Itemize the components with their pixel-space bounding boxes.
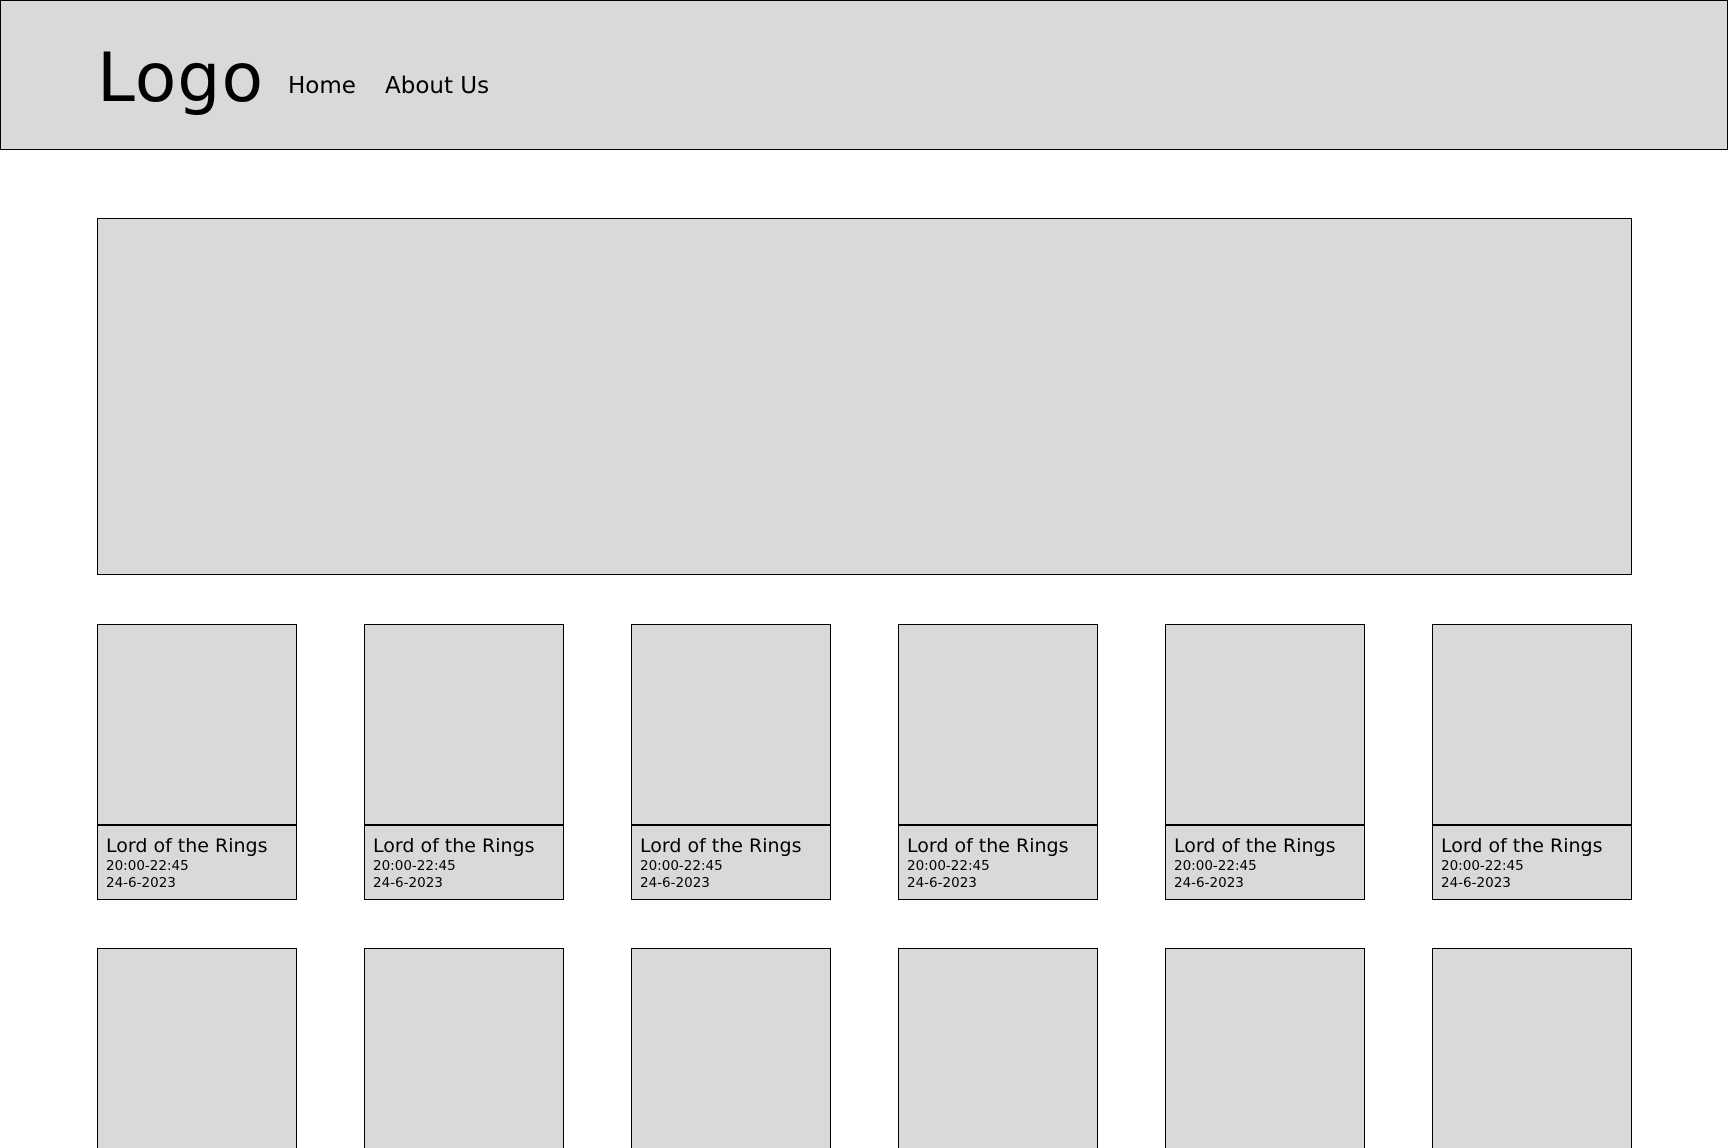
movie-card[interactable] bbox=[631, 948, 831, 1148]
movie-time: 20:00-22:45 bbox=[106, 858, 189, 874]
movie-info: Lord of the Rings 20:00-22:45 24-6-2023 bbox=[907, 834, 1095, 892]
site-header: Logo Home About Us bbox=[0, 0, 1728, 150]
movie-title: Lord of the Rings bbox=[640, 835, 802, 857]
movie-time: 20:00-22:45 bbox=[907, 858, 990, 874]
movie-thumbnail bbox=[899, 949, 1097, 1148]
movie-date: 24-6-2023 bbox=[373, 875, 443, 891]
movie-thumbnail bbox=[1433, 625, 1631, 826]
movie-card[interactable]: Lord of the Rings 20:00-22:45 24-6-2023 bbox=[1165, 624, 1365, 900]
movie-time: 20:00-22:45 bbox=[1174, 858, 1257, 874]
movie-thumbnail bbox=[1166, 949, 1364, 1148]
movie-card[interactable] bbox=[1165, 948, 1365, 1148]
movie-card[interactable]: Lord of the Rings 20:00-22:45 24-6-2023 bbox=[1432, 624, 1632, 900]
movie-date: 24-6-2023 bbox=[907, 875, 977, 891]
movie-info: Lord of the Rings 20:00-22:45 24-6-2023 bbox=[1174, 834, 1362, 892]
nav-about-us-link[interactable]: About Us bbox=[385, 71, 489, 101]
movie-thumbnail bbox=[1166, 625, 1364, 826]
movie-date: 24-6-2023 bbox=[1441, 875, 1511, 891]
movie-title: Lord of the Rings bbox=[373, 835, 535, 857]
movie-title: Lord of the Rings bbox=[907, 835, 1069, 857]
movie-time: 20:00-22:45 bbox=[640, 858, 723, 874]
nav-home-link[interactable]: Home bbox=[288, 71, 356, 101]
movie-date: 24-6-2023 bbox=[640, 875, 710, 891]
movie-info: Lord of the Rings 20:00-22:45 24-6-2023 bbox=[106, 834, 294, 892]
movie-date: 24-6-2023 bbox=[106, 875, 176, 891]
movie-thumbnail bbox=[98, 949, 296, 1148]
movie-info: Lord of the Rings 20:00-22:45 24-6-2023 bbox=[1441, 834, 1629, 892]
movie-thumbnail bbox=[98, 625, 296, 826]
movie-card[interactable] bbox=[898, 948, 1098, 1148]
movie-card[interactable]: Lord of the Rings 20:00-22:45 24-6-2023 bbox=[97, 624, 297, 900]
movie-thumbnail bbox=[1433, 949, 1631, 1148]
movie-time: 20:00-22:45 bbox=[1441, 858, 1524, 874]
movie-thumbnail bbox=[365, 949, 563, 1148]
movie-card[interactable] bbox=[1432, 948, 1632, 1148]
movie-card[interactable]: Lord of the Rings 20:00-22:45 24-6-2023 bbox=[631, 624, 831, 900]
movie-thumbnail bbox=[899, 625, 1097, 826]
movie-date: 24-6-2023 bbox=[1174, 875, 1244, 891]
movie-time: 20:00-22:45 bbox=[373, 858, 456, 874]
movie-title: Lord of the Rings bbox=[1174, 835, 1336, 857]
movie-info: Lord of the Rings 20:00-22:45 24-6-2023 bbox=[373, 834, 561, 892]
logo[interactable]: Logo bbox=[97, 39, 264, 119]
movie-info: Lord of the Rings 20:00-22:45 24-6-2023 bbox=[640, 834, 828, 892]
movie-card[interactable]: Lord of the Rings 20:00-22:45 24-6-2023 bbox=[364, 624, 564, 900]
movie-thumbnail bbox=[365, 625, 563, 826]
movie-card[interactable] bbox=[97, 948, 297, 1148]
movie-title: Lord of the Rings bbox=[1441, 835, 1603, 857]
movie-card[interactable]: Lord of the Rings 20:00-22:45 24-6-2023 bbox=[898, 624, 1098, 900]
movie-title: Lord of the Rings bbox=[106, 835, 268, 857]
hero-banner bbox=[97, 218, 1632, 575]
movie-thumbnail bbox=[632, 949, 830, 1148]
movie-thumbnail bbox=[632, 625, 830, 826]
movie-card[interactable] bbox=[364, 948, 564, 1148]
